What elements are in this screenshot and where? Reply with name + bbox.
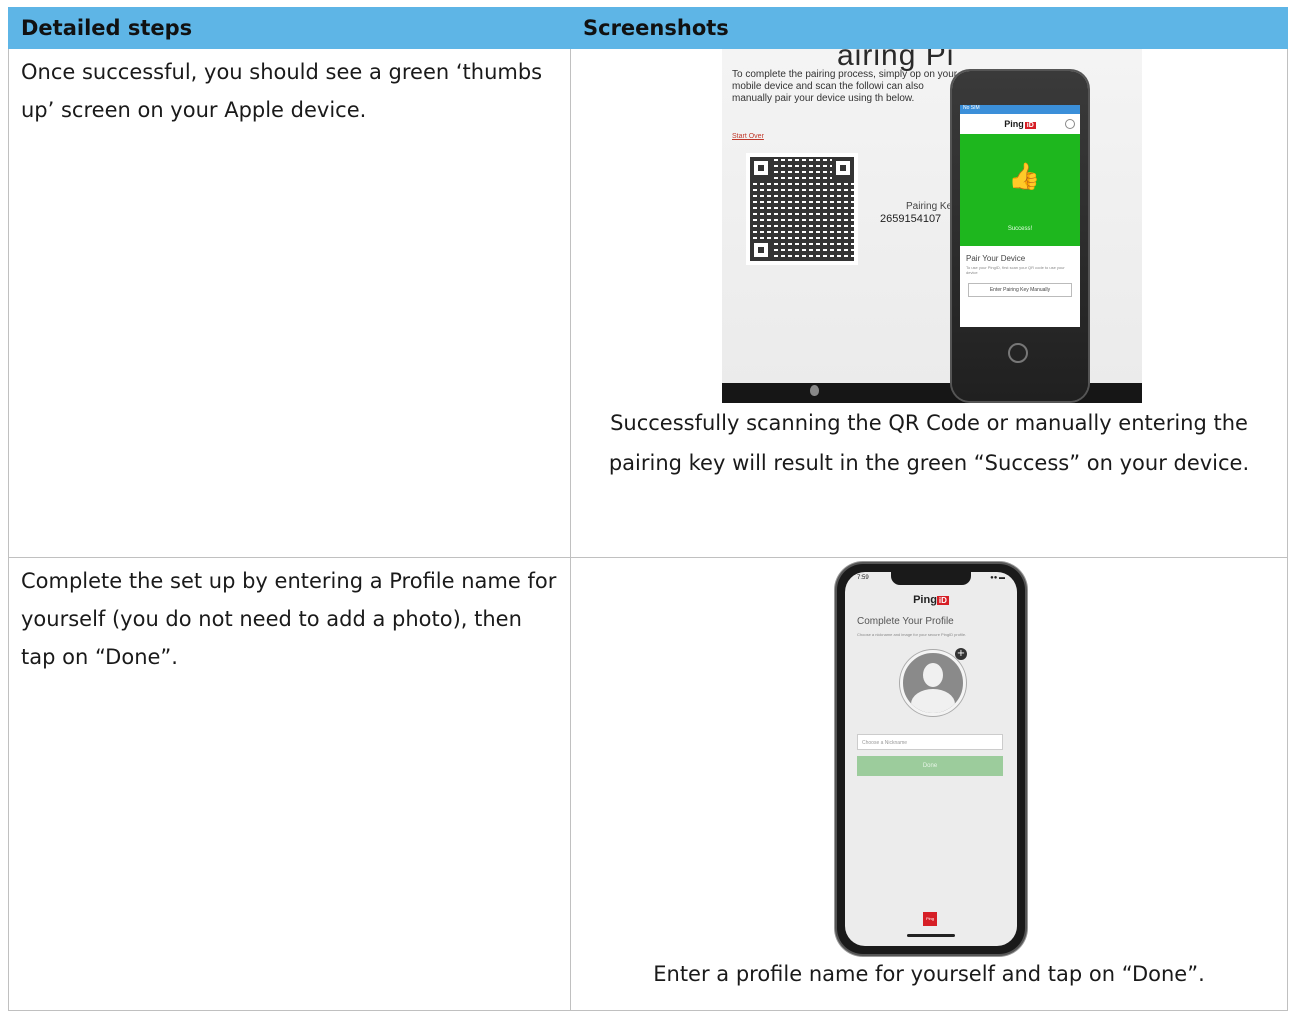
qr-finder-pattern	[750, 239, 772, 261]
screenshot-caption: Enter a profile name for yourself and ta…	[653, 962, 1205, 986]
table-row: Complete the set up by entering a Profil…	[8, 557, 1288, 1011]
qr-finder-pattern	[750, 157, 772, 179]
phone-screen: No SIM Ping iD 👍 Success! Pair Your Devic…	[960, 105, 1080, 327]
success-text: Success!	[1007, 226, 1033, 232]
phone-screen: 7:59 ●● ▬ Ping iD Complete Your Profile C…	[845, 572, 1017, 946]
pingid-header: Ping iD	[845, 594, 1017, 606]
screenshot-cell: 7:59 ●● ▬ Ping iD Complete Your Profile C…	[570, 557, 1288, 1011]
table-row: Once successful, you should see a green …	[8, 48, 1288, 558]
info-icon	[1065, 119, 1075, 129]
step-text: Once successful, you should see a green …	[21, 60, 543, 122]
header-screenshots: Screenshots	[570, 7, 1288, 49]
ping-footer-logo: Ping	[923, 912, 937, 926]
iphone-x-device: 7:59 ●● ▬ Ping iD Complete Your Profile C…	[837, 564, 1025, 954]
pairing-key-value: 2659154107	[880, 213, 942, 225]
start-over-link: Start Over	[732, 133, 764, 140]
step-cell: Once successful, you should see a green …	[8, 48, 571, 558]
screenshot-caption: Successfully scanning the QR Code or man…	[608, 411, 1250, 475]
phone-notch	[891, 572, 971, 585]
enter-pairing-key-button: Enter Pairing Key Manually	[968, 283, 1072, 297]
pingid-badge: iD	[936, 596, 949, 605]
nickname-input: Choose a Nickname	[857, 734, 1003, 750]
screenshot-cell: airing Pi To complete the pairing proces…	[570, 48, 1288, 558]
thumbs-up-icon: 👍	[1008, 162, 1041, 192]
pingid-brand: Ping	[913, 594, 937, 606]
phone-status-bar: No SIM	[960, 105, 1080, 114]
qr-code	[746, 153, 858, 265]
qr-finder-pattern	[832, 157, 854, 179]
profile-title: Complete Your Profile	[857, 616, 954, 627]
pair-device-title: Pair Your Device	[966, 254, 1026, 263]
signal-battery-icon: ●● ▬	[990, 575, 1005, 581]
iphone-device: No SIM Ping iD 👍 Success! Pair Your Devic…	[952, 71, 1088, 401]
header-detailed-steps: Detailed steps	[8, 7, 571, 49]
step-cell: Complete the set up by entering a Profil…	[8, 557, 571, 1011]
pairing-instructions: To complete the pairing process, simply …	[732, 69, 958, 104]
done-button: Done	[857, 756, 1003, 776]
table-header-row: Detailed steps Screenshots	[8, 7, 1288, 49]
home-button-icon	[1008, 343, 1028, 363]
profile-subtitle: Choose a nickname and image for your sec…	[857, 632, 967, 637]
pairing-success-screenshot: airing Pi To complete the pairing proces…	[722, 49, 1142, 403]
pingid-header: Ping iD	[960, 114, 1080, 134]
success-panel: 👍 Success!	[960, 134, 1080, 246]
steps-table: Detailed steps Screenshots Once successf…	[8, 7, 1288, 1011]
add-photo-icon: +	[955, 648, 967, 660]
apple-logo-icon	[810, 385, 819, 396]
pingid-badge: iD	[1024, 122, 1036, 129]
pingid-brand: Ping	[1004, 119, 1024, 129]
step-text: Complete the set up by entering a Profil…	[21, 569, 557, 669]
home-indicator	[907, 934, 955, 937]
avatar-placeholder-icon	[900, 650, 966, 716]
status-time: 7:59	[857, 575, 869, 581]
pairing-key-label: Pairing Key	[906, 201, 958, 212]
pair-device-description: To use your PingID, first scan your QR c…	[966, 265, 1065, 275]
